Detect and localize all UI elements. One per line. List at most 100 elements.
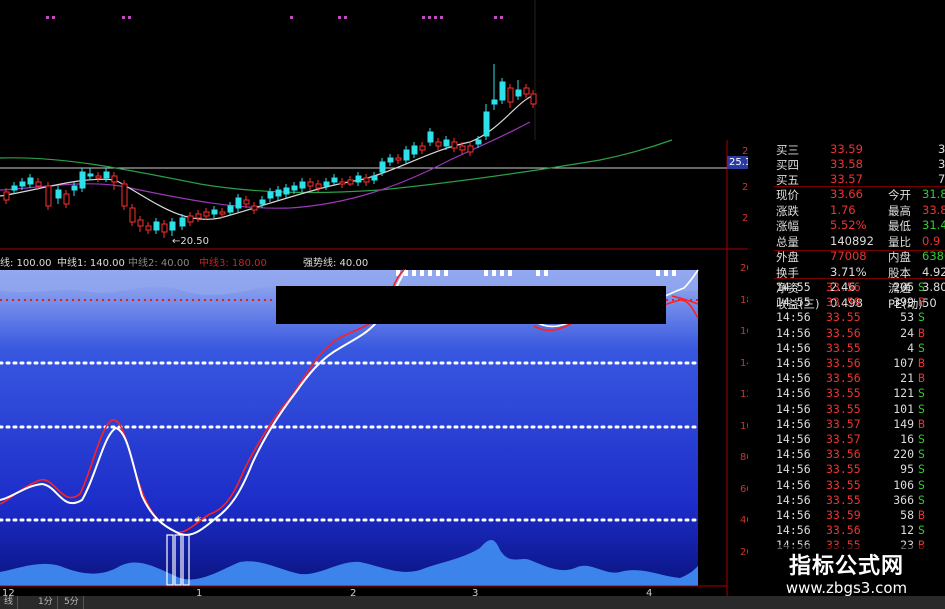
quote-separator xyxy=(774,186,945,187)
candle-body xyxy=(211,209,218,215)
tick-time: 14:56 xyxy=(776,310,811,325)
order-book-row: 买四 33.58 3 xyxy=(748,157,945,172)
tick-row: 14:56 33.56 21 B xyxy=(748,371,945,386)
tab-line[interactable]: 线 xyxy=(0,596,19,609)
quote-separator xyxy=(774,278,945,279)
tick-row: 14:56 33.56 24 B xyxy=(748,326,945,341)
candle-body xyxy=(395,157,402,161)
candle-body xyxy=(299,181,306,189)
redaction-bar xyxy=(276,286,666,324)
order-book-row: 买五 33.57 7 xyxy=(748,172,945,187)
candle-body xyxy=(129,207,136,223)
tick-row: 14:55 33.56 205 S xyxy=(748,280,945,295)
tick-side: B xyxy=(918,295,925,310)
candle-body xyxy=(63,193,70,205)
candle-body xyxy=(219,211,226,215)
candle-body xyxy=(387,157,394,163)
candle-body xyxy=(283,187,290,195)
tick-side: S xyxy=(918,280,925,294)
tick-time: 14:56 xyxy=(776,462,811,477)
tick-volume: 12 xyxy=(900,523,914,538)
tick-row: 14:56 33.55 4 S xyxy=(748,341,945,356)
tick-volume: 95 xyxy=(900,462,914,477)
tick-price: 33.55 xyxy=(826,477,861,492)
tick-price: 33.55 xyxy=(826,340,861,355)
tick-row: 14:56 33.55 53 S xyxy=(748,310,945,325)
stat-label: 总量 xyxy=(776,234,799,249)
candle-body xyxy=(355,175,362,183)
tick-row: 14:56 33.55 95 S xyxy=(748,462,945,477)
candle-body xyxy=(267,191,274,199)
stat-label: 涨跌 xyxy=(776,203,799,218)
candle-body xyxy=(169,221,176,231)
tick-time: 14:56 xyxy=(776,416,811,431)
candle-body xyxy=(403,149,410,161)
candle-body xyxy=(347,179,354,185)
tab-5min[interactable]: 5分 xyxy=(60,596,84,609)
tick-time: 14:56 xyxy=(776,477,811,492)
tick-side: S xyxy=(918,523,925,538)
stat-label: 今开 xyxy=(888,188,911,202)
stat-label: 外盘 xyxy=(776,250,799,264)
tick-time: 14:56 xyxy=(776,447,811,462)
tick-time: 14:55 xyxy=(776,295,811,310)
candle-body xyxy=(179,217,186,227)
candle-body xyxy=(259,199,266,205)
stat-label: 最低 xyxy=(888,219,911,233)
tick-row: 14:56 33.55 101 S xyxy=(748,402,945,417)
tick-side: B xyxy=(918,508,925,522)
moving-average-lines xyxy=(0,95,673,220)
order-book-row: 买三 33.59 3 xyxy=(748,142,945,157)
candle-body xyxy=(87,173,94,177)
tick-volume: 121 xyxy=(893,386,914,401)
candle-body xyxy=(111,175,118,183)
tick-side: S xyxy=(918,492,925,507)
stat-value: 31.8 xyxy=(922,187,945,201)
tick-price: 33.56 xyxy=(826,523,861,538)
tick-price: 33.56 xyxy=(826,325,861,340)
tick-time: 14:56 xyxy=(776,508,811,522)
tick-volume: 58 xyxy=(900,508,914,522)
stat-value: 140892 xyxy=(830,233,874,248)
candle-body xyxy=(121,183,128,207)
tick-price: 33.57 xyxy=(826,416,861,431)
tick-price: 33.59 xyxy=(826,295,861,310)
tick-side: S xyxy=(918,477,925,492)
buy-marker-glyph: * xyxy=(196,514,202,527)
tick-side: S xyxy=(918,432,925,446)
candle-body xyxy=(307,181,314,187)
low-price-annotation: ←20.50 xyxy=(172,236,209,247)
tab-1min[interactable]: 1分 xyxy=(34,596,58,609)
stat-label: 量比 xyxy=(888,234,911,249)
candle-body xyxy=(483,111,490,137)
tick-side: S xyxy=(918,386,925,401)
tick-row: 14:56 33.59 58 B xyxy=(748,508,945,523)
order-price: 33.57 xyxy=(830,172,863,186)
tick-price: 33.59 xyxy=(826,508,861,522)
tick-price: 33.55 xyxy=(826,462,861,477)
candle-body xyxy=(507,87,514,103)
tick-volume: 101 xyxy=(893,401,914,416)
candle-body xyxy=(379,161,386,173)
candle-body xyxy=(371,175,378,181)
candle-body xyxy=(363,177,370,183)
tick-row: 14:56 33.56 220 S xyxy=(748,447,945,462)
stat-value: 4.92 xyxy=(922,264,945,279)
tick-price: 33.55 xyxy=(826,492,861,507)
candle-body xyxy=(103,171,110,179)
tick-volume: 106 xyxy=(893,477,914,492)
order-level-label: 买四 xyxy=(776,158,799,172)
tick-time: 14:56 xyxy=(776,325,811,340)
candle-body xyxy=(467,145,474,153)
candle-body xyxy=(243,199,250,205)
stat-value: 0.9 xyxy=(922,233,941,248)
candle-body xyxy=(475,139,482,145)
order-volume: 7 xyxy=(938,172,945,186)
tick-price: 33.56 xyxy=(826,280,861,294)
candle-body xyxy=(291,185,298,191)
stat-label: 现价 xyxy=(776,188,799,202)
candle-body xyxy=(145,225,152,231)
stat-label: 内盘 xyxy=(888,250,911,264)
tick-side: S xyxy=(918,310,925,325)
candle-body xyxy=(153,221,160,231)
